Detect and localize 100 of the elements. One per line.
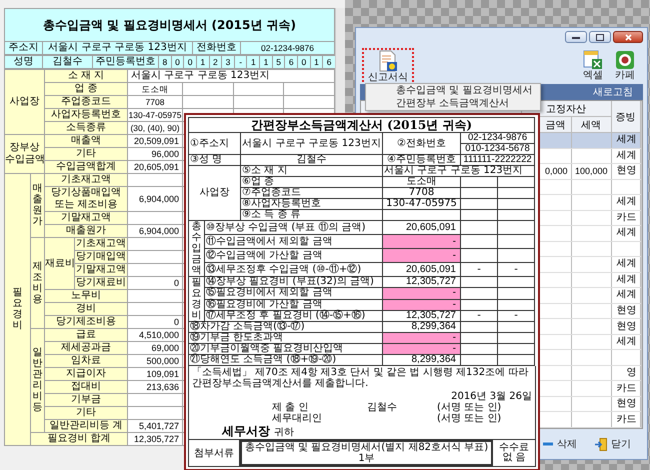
table-cell: 세계 [611, 148, 640, 164]
table-cell: 현영 [611, 318, 640, 334]
amount-cell: - [382, 234, 460, 248]
field-label: 주소지 [4, 42, 42, 54]
section-label: 총수입금액 [188, 220, 204, 276]
table-cell: 6,904,000 [128, 186, 183, 212]
row-label: 소득종류 [44, 122, 128, 134]
amount-cell: 8,299,364 [382, 354, 460, 366]
row-label: 사업자등록번호 [44, 108, 128, 122]
table-cell: 세계 [611, 334, 640, 350]
row-label: 기초재고액 [44, 174, 128, 186]
row-label: ⑯필요경비에 가산할 금액 [204, 299, 382, 310]
row-label: ⑪수입금액에서 제외할 금액 [204, 234, 382, 248]
row-label: ⑫수입금액에 가산할 금액 [204, 248, 382, 262]
digit-cell: 1 [260, 56, 272, 68]
row-label: 업 종 [44, 82, 128, 96]
minimize-button[interactable] [565, 31, 587, 43]
row-label: ⑰세무조정 후 필요경비 (⑭-⑮+⑯) [204, 310, 382, 322]
table-cell: 김철수 [240, 154, 382, 166]
table-cell: 20,605,091 [128, 160, 183, 174]
row-label: 수입금액합계 [44, 160, 128, 174]
table-cell: 서울시 구로구 구로동 123번지 [382, 166, 535, 176]
digit-cell: 5 [272, 56, 285, 68]
digit-cell: 1 [196, 56, 210, 68]
refresh-button[interactable]: 새로고침 [589, 85, 637, 99]
field-label: 전화번호 [192, 42, 240, 54]
amount-cell: - [382, 299, 460, 310]
row-label: ⑭장부상 필요경비 (부표(32)의 금액) [204, 276, 382, 288]
signature-note: (서명 또는 인) [437, 402, 502, 413]
table-cell: 6,904,000 [128, 224, 183, 238]
table-cell: 12,305,727 [128, 432, 183, 446]
maximize-button[interactable] [589, 31, 611, 43]
scrollbar[interactable] [335, 8, 345, 113]
table-cell: 96,000 [128, 148, 183, 160]
signer-role: 제 출 인 [272, 402, 310, 413]
close-icon [624, 34, 632, 40]
group-label: 일반관리비등 [30, 328, 44, 432]
table-cell: - [498, 262, 535, 276]
section-label: 필요경비 [188, 276, 204, 322]
table-cell: 111111-2222222 [460, 154, 535, 166]
table-cell: 카드 [611, 380, 640, 396]
digit-cell: 0 [171, 56, 184, 68]
minus-icon [543, 442, 553, 446]
row-label: ⑦주업종코드 [240, 188, 382, 198]
table-cell: 5,401,727 [128, 420, 183, 432]
table-cell: 02-1234-9876 [240, 42, 334, 54]
digit-cell: 1 [246, 56, 260, 68]
table-cell: 7708 [382, 188, 460, 198]
column-header: 증빙 [611, 101, 640, 133]
table-cell: 109,091 [128, 368, 183, 380]
row-label: 제세공과금 [44, 342, 128, 354]
close-button[interactable] [613, 31, 643, 43]
date-text: 2016년 3월 26일 [451, 391, 532, 402]
row-label: 기초재고액 [74, 238, 128, 250]
row-label: 기타 [44, 148, 128, 160]
digit-cell: 0 [184, 56, 196, 68]
table-cell: 도소매 [382, 176, 460, 188]
group-label: 제조비용 [30, 238, 44, 328]
document-title: 간편장부소득금액계산서 (2015년 귀속) [188, 118, 535, 132]
digit-cell: 6 [322, 56, 336, 68]
cafe-button[interactable]: 카페 [609, 48, 641, 84]
table-cell: 010-1234-5678 [460, 144, 535, 154]
amount-cell: 12,305,727 [382, 310, 460, 322]
row-label: ㉑당해연도 소득금액 (⑱+⑲-⑳) [188, 354, 382, 366]
row-label: 기타 [44, 406, 128, 420]
row-label: 소 재 지 [44, 70, 128, 82]
table-cell: 서울시 구로구 구로동 123번지 [240, 132, 382, 154]
digit-cell: 2 [209, 56, 222, 68]
spreadsheet-icon [583, 50, 603, 70]
table-cell: 7708 [128, 96, 183, 108]
row-label: ⑲기부금 한도초과액 [188, 332, 382, 344]
excel-button[interactable]: 엑셀 [577, 48, 609, 84]
table-cell: 카드 [611, 412, 640, 428]
row-label: 기말재고액 [74, 264, 128, 276]
table-cell: 카드 [611, 210, 640, 226]
row-label: ⑱차가감 소득금액(⑬-⑰) [188, 322, 382, 332]
row-label: 당기상품매입액 또는 제조비용 [44, 186, 128, 212]
row-label: 노무비 [44, 290, 128, 302]
table-cell: - [460, 310, 498, 322]
row-label: 당기재료비 [74, 276, 128, 290]
menu-item[interactable]: 총수입금액 및 필요경비명세서 [366, 84, 540, 97]
table-cell: 4,510,000 [128, 328, 183, 342]
delete-button[interactable]: 삭제 [541, 436, 579, 452]
table-cell: 69,000 [128, 342, 183, 354]
recipient-text: 세무서장 [222, 426, 270, 437]
table-cell: 세계 [611, 132, 640, 148]
row-label: 경비 [44, 302, 128, 316]
attachment-cell: 총수입금액 및 필요경비명세서(별지 제82호서식 부표) 1부 [240, 440, 493, 466]
row-label: 임차료 [44, 354, 128, 368]
fee-value: 없 음 [502, 453, 526, 463]
table-cell: 김철수 [42, 56, 92, 68]
amount-cell: - [382, 288, 460, 299]
signer-name: 김철수 [367, 402, 398, 413]
amount-cell: - [382, 332, 460, 344]
close-window-button[interactable]: 닫기 [593, 436, 633, 452]
round-logo-icon [615, 50, 635, 70]
field-label: ②전화번호 [382, 132, 460, 154]
row-label: 당기제조비용 [44, 316, 128, 328]
row-label: 접대비 [44, 380, 128, 394]
table-cell: 130-47-05975 [382, 198, 460, 210]
